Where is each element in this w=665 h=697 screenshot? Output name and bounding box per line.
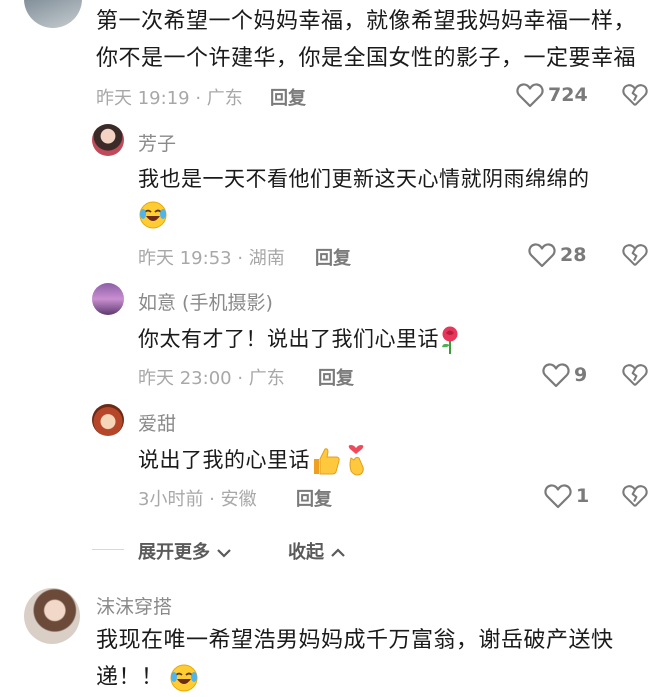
reply-button[interactable]: 回复: [270, 84, 306, 110]
heart-icon[interactable]: [516, 82, 544, 108]
avatar[interactable]: [24, 588, 80, 644]
comment-text: 我现在唯一希望浩男妈妈成千万富翁，谢岳破产送快: [96, 628, 614, 653]
avatar[interactable]: [92, 404, 124, 436]
reply-button[interactable]: 回复: [315, 244, 351, 270]
reply-meta: 昨天 23:00 · 广东: [138, 368, 285, 389]
broken-heart-icon[interactable]: [622, 242, 648, 268]
comment-text: 第一次希望一个妈妈幸福，就像希望我妈妈幸福一样，: [96, 9, 637, 34]
broken-heart-icon[interactable]: [622, 483, 648, 509]
username[interactable]: 沫沫穿搭: [96, 592, 172, 619]
chevron-up-icon: [330, 543, 346, 564]
reply-content: 你太有才了！说出了我们心里话: [138, 321, 461, 357]
comment-content: 递！！: [96, 659, 199, 696]
username[interactable]: 爱甜: [138, 409, 176, 436]
comment-text: 你不是一个许建华，你是全国女性的影子，一定要幸福: [96, 46, 637, 71]
collapse-label: 收起: [288, 542, 324, 563]
expand-more-button[interactable]: 展开更多: [138, 538, 232, 564]
heart-icon[interactable]: [528, 242, 556, 268]
username[interactable]: 芳子: [138, 129, 176, 156]
avatar[interactable]: [92, 283, 124, 315]
reply-text: 我也是一天不看他们更新这天心情就阴雨绵绵的: [138, 167, 590, 191]
like-count: 724: [548, 84, 588, 106]
heart-icon[interactable]: [544, 483, 572, 509]
reply-text: 你太有才了！说出了我们心里话: [138, 327, 439, 351]
reply-button[interactable]: 回复: [318, 364, 354, 390]
like-count: 9: [574, 364, 588, 386]
rose-emoji: [439, 325, 461, 359]
divider: [92, 549, 124, 550]
broken-heart-icon[interactable]: [622, 82, 648, 108]
chevron-down-icon: [216, 543, 232, 564]
reply-text: 说出了我的心里话: [138, 448, 310, 472]
collapse-button[interactable]: 收起: [288, 538, 346, 564]
broken-heart-icon[interactable]: [622, 362, 648, 388]
reply-content: 说出了我的心里话: [138, 442, 370, 478]
like-count: 1: [576, 485, 590, 507]
comment-meta: 昨天 19:19 · 广东: [96, 88, 243, 109]
like-count: 28: [560, 244, 587, 266]
laughing-crying-emoji: [138, 200, 168, 234]
reply-button[interactable]: 回复: [296, 485, 332, 511]
heart-hands-emoji: [342, 444, 370, 482]
reply-meta: 3小时前 · 安徽: [138, 489, 257, 510]
thumbs-up-emoji: [310, 446, 342, 480]
avatar[interactable]: [92, 124, 124, 156]
avatar[interactable]: [24, 0, 82, 28]
comment-text: 递！！: [96, 665, 164, 690]
heart-icon[interactable]: [542, 362, 570, 388]
reply-meta: 昨天 19:53 · 湖南: [138, 248, 285, 269]
username[interactable]: 如意 (手机摄影): [138, 288, 273, 315]
expand-more-label: 展开更多: [138, 542, 210, 563]
laughing-crying-emoji: [169, 663, 199, 697]
